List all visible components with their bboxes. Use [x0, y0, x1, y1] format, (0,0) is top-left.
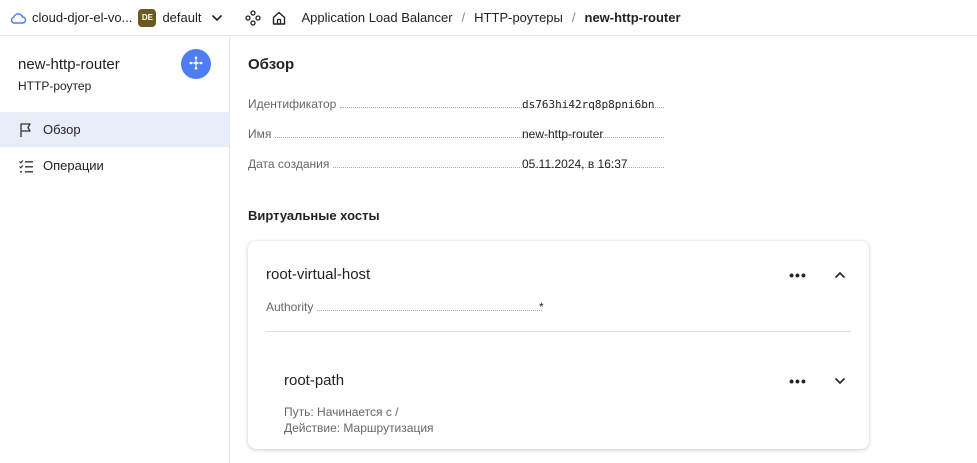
route-path: Путь: Начинается с /	[284, 405, 399, 419]
services-icon[interactable]	[245, 9, 262, 26]
breadcrumb-http-routers[interactable]: HTTP-роутеры	[474, 10, 563, 25]
field-value: 05.11.2024, в 16:37	[522, 157, 628, 171]
cloud-icon	[10, 12, 26, 24]
field-row-name: Имя new-http-router	[248, 125, 668, 141]
top-bar: cloud-djor-el-vo... DE default Applicati…	[0, 0, 977, 36]
folder-badge: DE	[138, 8, 157, 27]
cloud-name: cloud-djor-el-vo...	[32, 10, 133, 25]
route-name: root-path	[284, 372, 345, 389]
field-key: Дата создания	[248, 157, 330, 171]
more-icon[interactable]: •••	[788, 373, 808, 389]
chevron-down-icon	[211, 14, 223, 22]
field-row-id: Идентификатор ds763hi42rq8p8pni6bn	[248, 95, 668, 111]
virtual-host-name: root-virtual-host	[266, 266, 371, 283]
section-title: Виртуальные хосты	[248, 208, 380, 223]
field-row-created: Дата создания 05.11.2024, в 16:37	[248, 155, 668, 171]
authority-key: Authority	[266, 300, 314, 314]
chevron-up-icon[interactable]	[832, 267, 848, 283]
sidebar-item-label: Операции	[43, 158, 104, 173]
breadcrumb-alb[interactable]: Application Load Balancer	[301, 10, 452, 25]
flag-icon	[18, 122, 34, 138]
field-value: new-http-router	[522, 127, 604, 141]
cloud-selector[interactable]: cloud-djor-el-vo...	[10, 10, 132, 25]
operations-list-icon	[18, 158, 34, 174]
sidebar-item-label: Обзор	[43, 122, 81, 137]
resource-title: new-http-router	[18, 56, 120, 73]
sidebar-item-overview[interactable]: Обзор	[0, 112, 229, 147]
field-key: Имя	[248, 127, 272, 141]
field-key: Идентификатор	[248, 97, 337, 111]
authority-value: *	[539, 300, 544, 314]
field-value: ds763hi42rq8p8pni6bn	[522, 98, 655, 111]
resource-subtitle: HTTP-роутер	[18, 79, 92, 93]
home-icon[interactable]	[271, 10, 287, 26]
resource-action-button[interactable]	[181, 49, 211, 79]
folder-selector[interactable]: DE default	[132, 8, 223, 27]
sidebar-item-operations[interactable]: Операции	[0, 148, 229, 183]
breadcrumb: Application Load Balancer / HTTP-роутеры…	[301, 10, 681, 25]
virtual-host-card: root-virtual-host ••• Authority * root-p…	[248, 241, 869, 449]
router-icon	[188, 55, 204, 74]
route-action: Действие: Маршрутизация	[284, 421, 434, 435]
breadcrumb-current: new-http-router	[584, 10, 681, 25]
more-icon[interactable]: •••	[788, 267, 808, 283]
authority-row: Authority *	[266, 298, 546, 314]
page-title: Обзор	[248, 56, 295, 73]
folder-name: default	[162, 10, 202, 25]
chevron-down-icon[interactable]	[832, 373, 848, 389]
divider	[266, 331, 851, 332]
sidebar: new-http-router HTTP-роутер Обзор Операц…	[0, 37, 230, 463]
